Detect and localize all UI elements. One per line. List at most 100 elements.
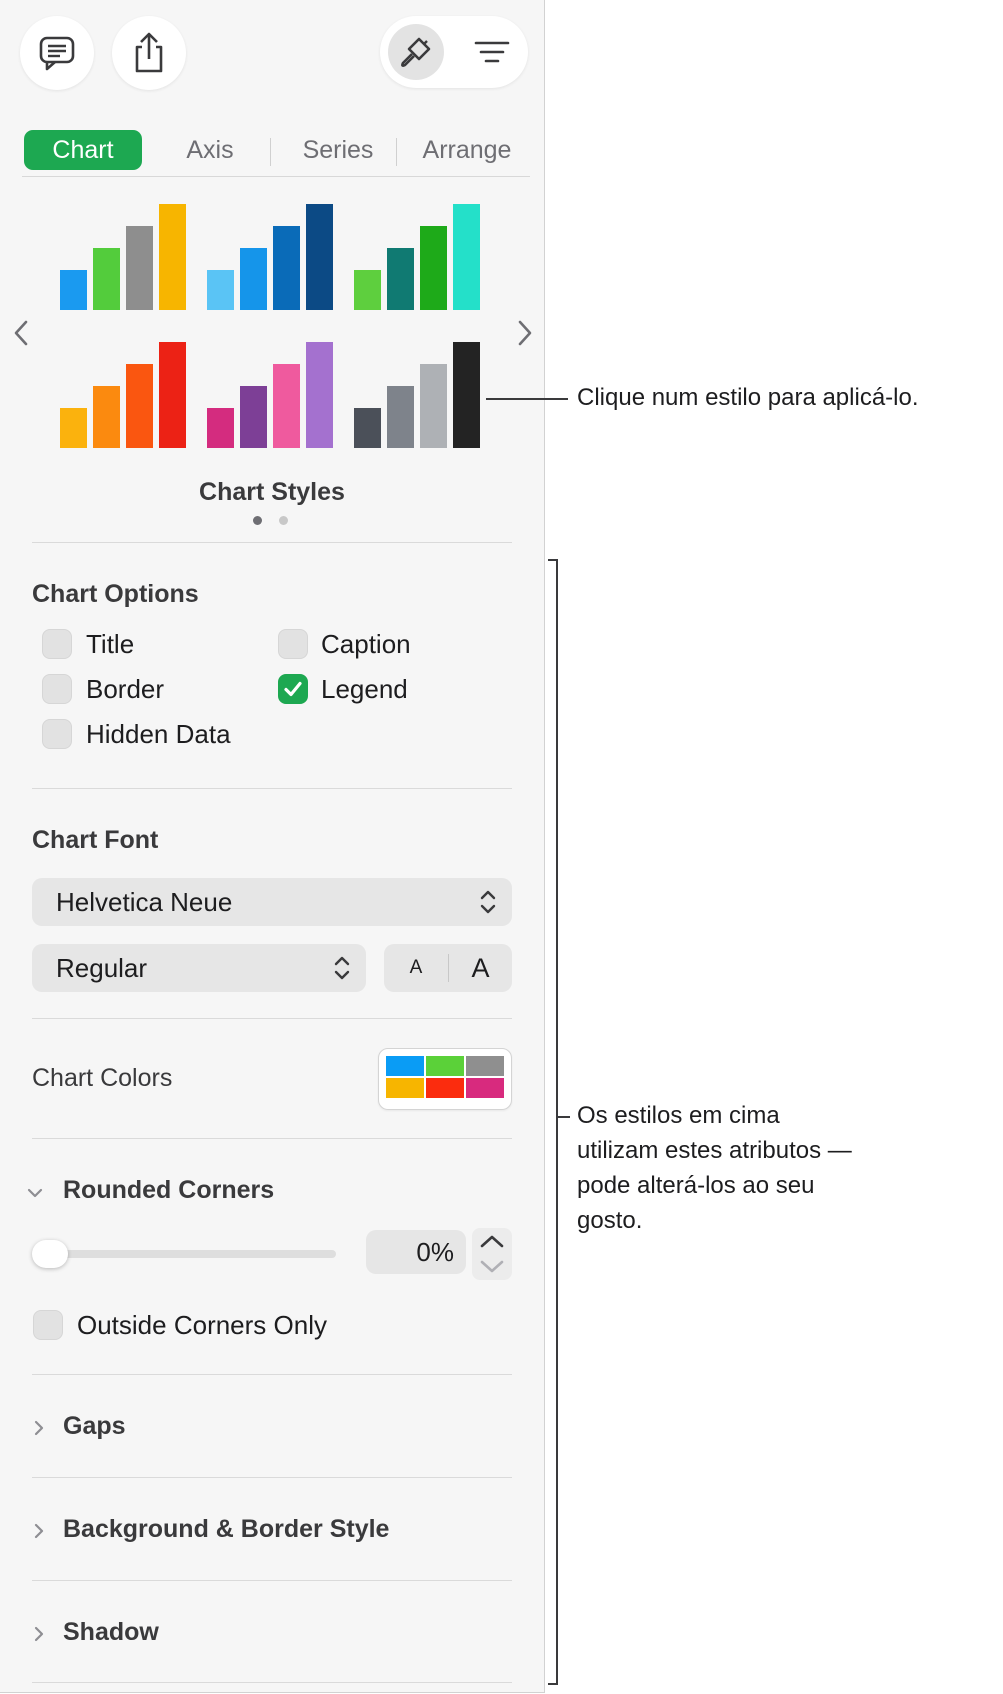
chart-font-title: Chart Font [32,826,159,854]
style-bar [273,226,300,310]
callout-bracket-bottom [548,1683,558,1685]
callout-bracket-tick [558,1116,570,1118]
divider [32,1138,512,1139]
swatch-cell [426,1078,464,1098]
chart-colors-swatch[interactable] [378,1048,512,1110]
checkmark-icon [284,681,302,697]
outside-corners-checkbox[interactable] [33,1310,63,1340]
divider [32,788,512,789]
tab-divider [396,138,397,166]
share-icon [135,32,163,73]
page-indicator[interactable] [253,516,293,526]
organize-button[interactable] [464,24,520,80]
border-checkbox[interactable] [42,674,72,704]
chevron-updown-icon [334,956,350,980]
decrease-font-size-button[interactable]: A [384,944,448,992]
share-button[interactable] [112,16,186,90]
swatch-cell [386,1078,424,1098]
style-bar [207,270,234,310]
style-bar [207,408,234,448]
style-bar [420,364,447,448]
style-bar [306,204,333,310]
swatch-cell [466,1078,504,1098]
style-bar [453,204,480,310]
callout-bracket [556,559,558,1684]
tab-arrange[interactable]: Arrange [406,130,528,170]
style-bar [387,386,414,448]
swatch-cell [386,1056,424,1076]
shadow-section-title[interactable]: Shadow [63,1618,159,1647]
inspector-tabs: Chart Axis Series Arrange [22,128,530,177]
swatch-cell [426,1056,464,1076]
style-bar [354,270,381,310]
stepper-icon[interactable] [472,1228,512,1280]
gaps-section-title[interactable]: Gaps [63,1412,126,1441]
background-border-section-title[interactable]: Background & Border Style [63,1515,389,1544]
style-bar [387,248,414,310]
title-checkbox[interactable] [42,629,72,659]
divider [32,1374,512,1375]
chart-style-thumbnail[interactable] [207,194,347,310]
tab-chart[interactable]: Chart [24,130,142,170]
style-bar [306,342,333,448]
typeface-value: Regular [56,953,148,983]
swatch-cell [466,1056,504,1076]
tab-series[interactable]: Series [282,130,394,170]
border-checkbox-label: Border [86,674,165,704]
style-bar [60,408,87,448]
style-bar [126,364,153,448]
chart-style-thumbnail[interactable] [207,332,347,448]
style-bar [93,248,120,310]
hidden-data-checkbox[interactable] [42,719,72,749]
style-bar [159,204,186,310]
page-dot-active[interactable] [253,516,262,525]
chart-style-thumbnail[interactable] [354,332,494,448]
page-dot[interactable] [279,516,288,525]
divider [32,1018,512,1019]
style-bar [159,342,186,448]
format-sidebar: Chart Axis Series Arrange Chart Styles C… [0,0,545,1693]
organize-icon [474,41,510,63]
chart-style-thumbnail[interactable] [354,194,494,310]
chart-style-thumbnail[interactable] [60,332,200,448]
caption-checkbox[interactable] [278,629,308,659]
legend-checkbox-label: Legend [321,674,408,704]
font-family-select[interactable]: Helvetica Neue [32,878,512,926]
attributes-callout-line: Os estilos em cima [577,1102,780,1129]
callout-leader-line [486,398,568,400]
chart-style-thumbnail[interactable] [60,194,200,310]
comment-icon [39,36,75,71]
tab-divider [270,138,271,166]
chevron-right-icon[interactable] [512,318,536,348]
attributes-callout-line: utilizam estes atributos — [577,1137,852,1164]
rounded-corners-title[interactable]: Rounded Corners [63,1176,274,1205]
typeface-select[interactable]: Regular [32,944,366,992]
format-button[interactable] [388,24,444,80]
chart-colors-label: Chart Colors [32,1064,173,1092]
hidden-data-checkbox-label: Hidden Data [86,719,231,749]
chevron-left-icon[interactable] [10,318,34,348]
divider [32,1477,512,1478]
chevron-right-icon[interactable] [30,1625,48,1643]
tab-axis[interactable]: Axis [160,130,260,170]
rounded-corners-slider-track[interactable] [34,1250,336,1258]
style-bar [60,270,87,310]
chevron-right-icon[interactable] [30,1419,48,1437]
rounded-corners-slider-knob[interactable] [32,1240,68,1268]
legend-checkbox[interactable] [278,674,308,704]
outside-corners-label: Outside Corners Only [77,1310,327,1340]
divider [32,1580,512,1581]
comment-button[interactable] [20,16,94,90]
style-bar [240,386,267,448]
style-bar [453,342,480,448]
font-family-value: Helvetica Neue [56,887,233,917]
inspector-toggle-group [380,16,528,88]
increase-font-size-button[interactable]: A [449,944,512,992]
chevron-updown-icon [480,890,496,914]
chart-options-title: Chart Options [32,580,199,608]
styles-callout: Clique num estilo para aplicá-lo. [577,384,919,411]
chevron-right-icon[interactable] [30,1522,48,1540]
rounded-corners-value-field[interactable]: 0% [366,1230,466,1274]
chevron-down-icon[interactable] [26,1184,44,1202]
font-size-controls: A A [384,944,512,992]
